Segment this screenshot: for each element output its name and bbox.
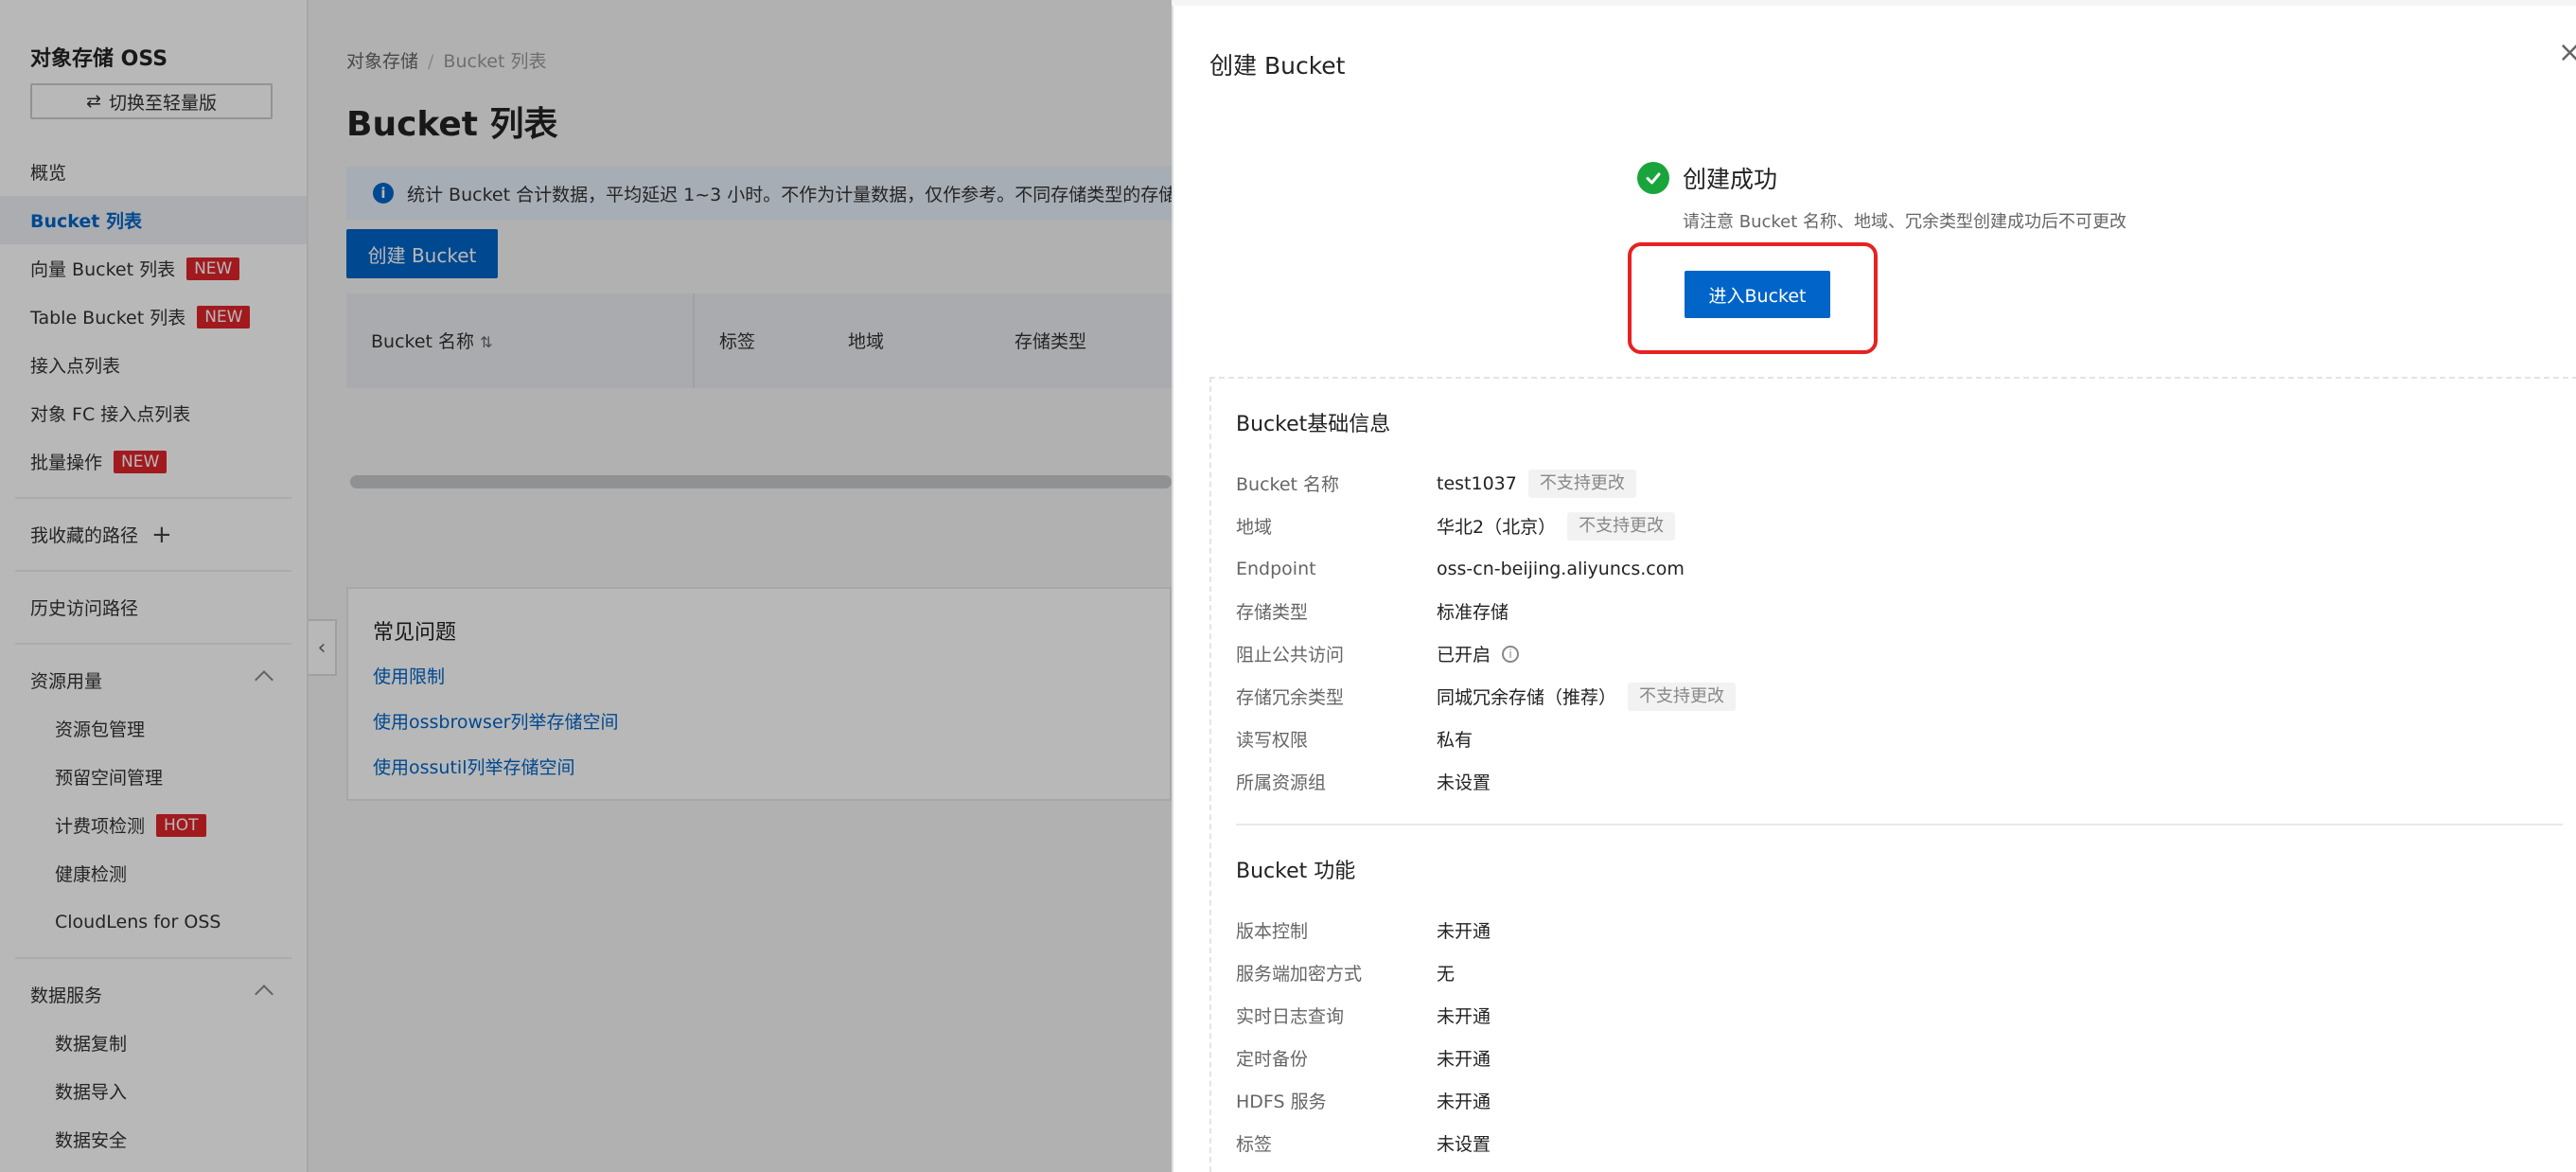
info-row-encryption: 服务端加密方式 无 [1236, 951, 2576, 994]
info-row-versioning: 版本控制 未开通 [1236, 909, 2576, 951]
info-key: HDFS 服务 [1236, 1092, 1327, 1112]
info-value: 华北2（北京） 不支持更改 [1437, 511, 1676, 541]
info-key: 存储冗余类型 [1236, 687, 1345, 708]
info-key: 读写权限 [1236, 730, 1309, 751]
info-value: oss-cn-beijing.aliyuncs.com [1437, 558, 1685, 579]
info-key: 地域 [1236, 517, 1273, 538]
info-value: 未开通 [1437, 1049, 1491, 1070]
info-key: 标签 [1236, 1134, 1273, 1155]
info-key: 所属资源组 [1236, 772, 1327, 793]
info-row-bucket-name: Bucket 名称 test1037 不支持更改 [1236, 462, 2576, 505]
info-key: Bucket 名称 [1236, 474, 1340, 495]
info-value: 无 [1437, 964, 1456, 985]
info-value: 未设置 [1437, 772, 1491, 793]
immutable-tag: 不支持更改 [1628, 682, 1737, 711]
info-value: 标准存储 [1437, 602, 1509, 623]
info-row-hdfs: HDFS 服务 未开通 [1236, 1079, 2576, 1122]
info-row-acl: 读写权限 私有 [1236, 718, 2576, 760]
info-row-scheduled-backup: 定时备份 未开通 [1236, 1037, 2576, 1079]
info-row-resource-group: 所属资源组 未设置 [1236, 760, 2576, 803]
drawer-title: 创建 Bucket [1209, 52, 1346, 80]
info-value: 未开通 [1437, 921, 1491, 942]
info-row-tags: 标签 未设置 [1236, 1122, 2576, 1164]
info-value-text: test1037 [1437, 472, 1517, 494]
info-value: 私有 [1437, 730, 1473, 751]
modal-overlay[interactable] [0, 0, 1172, 1172]
info-value: 未开通 [1437, 1092, 1491, 1112]
section-title-features: Bucket 功能 [1236, 860, 1356, 883]
info-value: 未设置 [1437, 1134, 1491, 1155]
enter-bucket-button[interactable]: 进入Bucket [1685, 271, 1830, 318]
info-key: 定时备份 [1236, 1049, 1309, 1070]
create-bucket-drawer: 创建 Bucket × 创建成功 请注意 Bucket 名称、地域、冗余类型创建… [1172, 6, 2576, 1172]
info-row-storage-class: 存储类型 标准存储 [1236, 590, 2576, 632]
info-key: 阻止公共访问 [1236, 645, 1345, 666]
info-value: test1037 不支持更改 [1437, 469, 1636, 498]
info-key: 存储类型 [1236, 602, 1309, 623]
info-row-realtime-log: 实时日志查询 未开通 [1236, 994, 2576, 1037]
success-header: 创建成功 [1637, 161, 1777, 195]
info-circle-icon[interactable]: i [1502, 645, 1520, 663]
info-value: 已开启 i [1437, 641, 1520, 666]
success-subtitle: 请注意 Bucket 名称、地域、冗余类型创建成功后不可更改 [1683, 212, 2127, 232]
info-row-redundancy: 存储冗余类型 同城冗余存储（推荐） 不支持更改 [1236, 675, 2576, 718]
info-key: 实时日志查询 [1236, 1006, 1345, 1027]
info-value-text: 同城冗余存储（推荐） [1437, 687, 1617, 708]
info-row-endpoint: Endpoint oss-cn-beijing.aliyuncs.com [1236, 547, 2576, 590]
info-value-text: 华北2（北京） [1437, 517, 1557, 538]
info-row-block-public: 阻止公共访问 已开启 i [1236, 632, 2576, 675]
info-value: 未开通 [1437, 1006, 1491, 1027]
info-value-text: 已开启 [1437, 645, 1491, 666]
info-row-region: 地域 华北2（北京） 不支持更改 [1236, 505, 2576, 547]
section-divider [1236, 824, 2563, 826]
close-icon[interactable]: × [2558, 36, 2576, 69]
info-key: 服务端加密方式 [1236, 964, 1363, 985]
immutable-tag: 不支持更改 [1567, 511, 1676, 541]
success-title: 创建成功 [1683, 166, 1778, 193]
info-value: 同城冗余存储（推荐） 不支持更改 [1437, 682, 1737, 711]
section-title-basic: Bucket基础信息 [1236, 413, 1391, 436]
check-circle-icon [1637, 162, 1669, 194]
info-key: 版本控制 [1236, 921, 1309, 942]
info-key: Endpoint [1236, 558, 1316, 579]
immutable-tag: 不支持更改 [1527, 469, 1636, 498]
bucket-info-card: Bucket基础信息 Bucket 名称 test1037 不支持更改 地域 华北… [1209, 377, 2576, 1172]
